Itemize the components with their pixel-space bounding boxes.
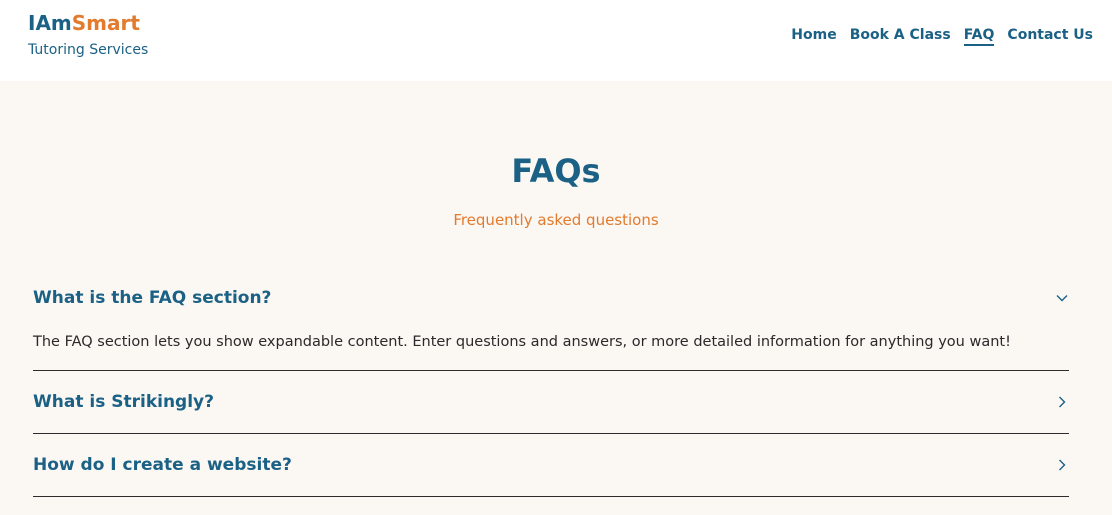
- site-header: IAmSmart Tutoring Services Home Book A C…: [0, 0, 1112, 81]
- chevron-down-icon[interactable]: [1055, 291, 1069, 305]
- nav-link-home[interactable]: Home: [791, 26, 836, 46]
- nav-link-contact-us[interactable]: Contact Us: [1007, 26, 1093, 46]
- chevron-right-icon[interactable]: [1055, 395, 1069, 409]
- logo-text-part1: IAm: [28, 11, 72, 35]
- page-title: FAQs: [511, 152, 601, 190]
- faq-list: What is the FAQ section? The FAQ section…: [33, 268, 1069, 497]
- faq-item: What is the FAQ section? The FAQ section…: [33, 268, 1069, 371]
- chevron-right-icon[interactable]: [1055, 458, 1069, 472]
- faq-question-toggle[interactable]: What is the FAQ section?: [33, 268, 1069, 328]
- faq-question: How do I create a website?: [33, 455, 292, 475]
- faq-question: What is the FAQ section?: [33, 288, 272, 308]
- main-nav: Home Book A Class FAQ Contact Us: [791, 26, 1093, 46]
- faq-item: How do I create a website?: [33, 434, 1069, 497]
- faq-question-toggle[interactable]: What is Strikingly?: [33, 371, 1069, 433]
- faq-question-toggle[interactable]: How do I create a website?: [33, 434, 1069, 496]
- logo-text-part2: Smart: [71, 11, 140, 35]
- tagline: Tutoring Services: [28, 42, 149, 58]
- faq-question: What is Strikingly?: [33, 392, 214, 412]
- nav-link-faq[interactable]: FAQ: [963, 26, 995, 46]
- nav-link-book-a-class[interactable]: Book A Class: [850, 26, 951, 46]
- faq-item: What is Strikingly?: [33, 371, 1069, 434]
- faq-answer: The FAQ section lets you show expandable…: [33, 334, 1011, 350]
- logo[interactable]: IAmSmart: [28, 10, 140, 36]
- page-subtitle: Frequently asked questions: [453, 211, 659, 229]
